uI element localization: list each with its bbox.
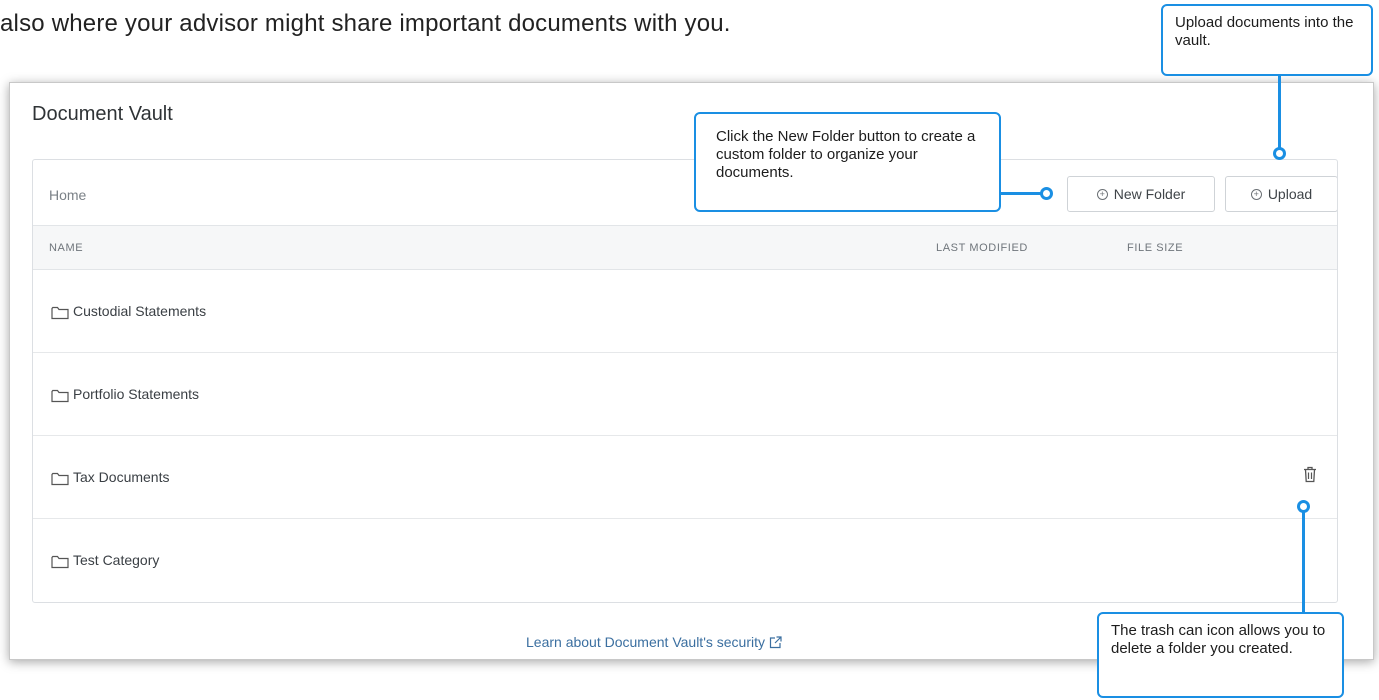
- new-folder-label: New Folder: [1113, 186, 1186, 202]
- folder-name[interactable]: Portfolio Statements: [73, 386, 199, 402]
- new-folder-callout: Click the New Folder button to create a …: [694, 112, 1001, 212]
- table-row[interactable]: Custodial Statements: [33, 270, 1337, 353]
- column-file-size[interactable]: FILE SIZE: [1127, 242, 1183, 254]
- folder-name[interactable]: Custodial Statements: [73, 303, 206, 319]
- security-link-label: Learn about Document Vault's security: [526, 634, 765, 650]
- trash-icon[interactable]: [1303, 466, 1317, 483]
- upload-callout: Upload documents into the vault.: [1161, 4, 1373, 76]
- table-header: NAME LAST MODIFIED FILE SIZE: [33, 226, 1337, 270]
- upload-connector: [1278, 76, 1281, 150]
- external-link-icon: [769, 635, 782, 648]
- table-row[interactable]: Test Category: [33, 519, 1337, 602]
- trash-callout: The trash can icon allows you to delete …: [1097, 612, 1344, 698]
- folder-name[interactable]: Tax Documents: [73, 469, 169, 485]
- folder-icon: [51, 389, 69, 403]
- column-last-modified[interactable]: LAST MODIFIED: [936, 242, 1028, 254]
- breadcrumb[interactable]: Home: [49, 187, 86, 203]
- plus-circle-icon: +: [1096, 188, 1108, 200]
- upload-button[interactable]: + Upload: [1225, 176, 1337, 212]
- plus-circle-icon: +: [1250, 188, 1262, 200]
- folder-icon: [51, 555, 69, 569]
- folder-icon: [51, 306, 69, 320]
- folder-icon: [51, 472, 69, 486]
- new-folder-button[interactable]: + New Folder: [1067, 176, 1215, 212]
- new-folder-connector: [1001, 192, 1041, 195]
- vault-panel: Home + New Folder + Upload NAME LAST MOD…: [32, 159, 1338, 603]
- column-name[interactable]: NAME: [49, 242, 83, 254]
- document-vault-screenshot: Document Vault Home + New Folder + Uploa…: [9, 82, 1374, 660]
- table-row[interactable]: Portfolio Statements: [33, 353, 1337, 436]
- folder-name[interactable]: Test Category: [73, 552, 159, 568]
- trash-connector-dot: [1297, 500, 1310, 513]
- table-row[interactable]: Tax Documents: [33, 436, 1337, 519]
- panel-header: Home + New Folder + Upload: [33, 160, 1337, 226]
- upload-label: Upload: [1267, 186, 1313, 202]
- intro-text: also where your advisor might share impo…: [0, 10, 731, 37]
- upload-connector-dot: [1273, 147, 1286, 160]
- security-link[interactable]: Learn about Document Vault's security: [526, 634, 782, 650]
- new-folder-connector-dot: [1040, 187, 1053, 200]
- trash-connector: [1302, 512, 1305, 612]
- page-title: Document Vault: [32, 103, 173, 125]
